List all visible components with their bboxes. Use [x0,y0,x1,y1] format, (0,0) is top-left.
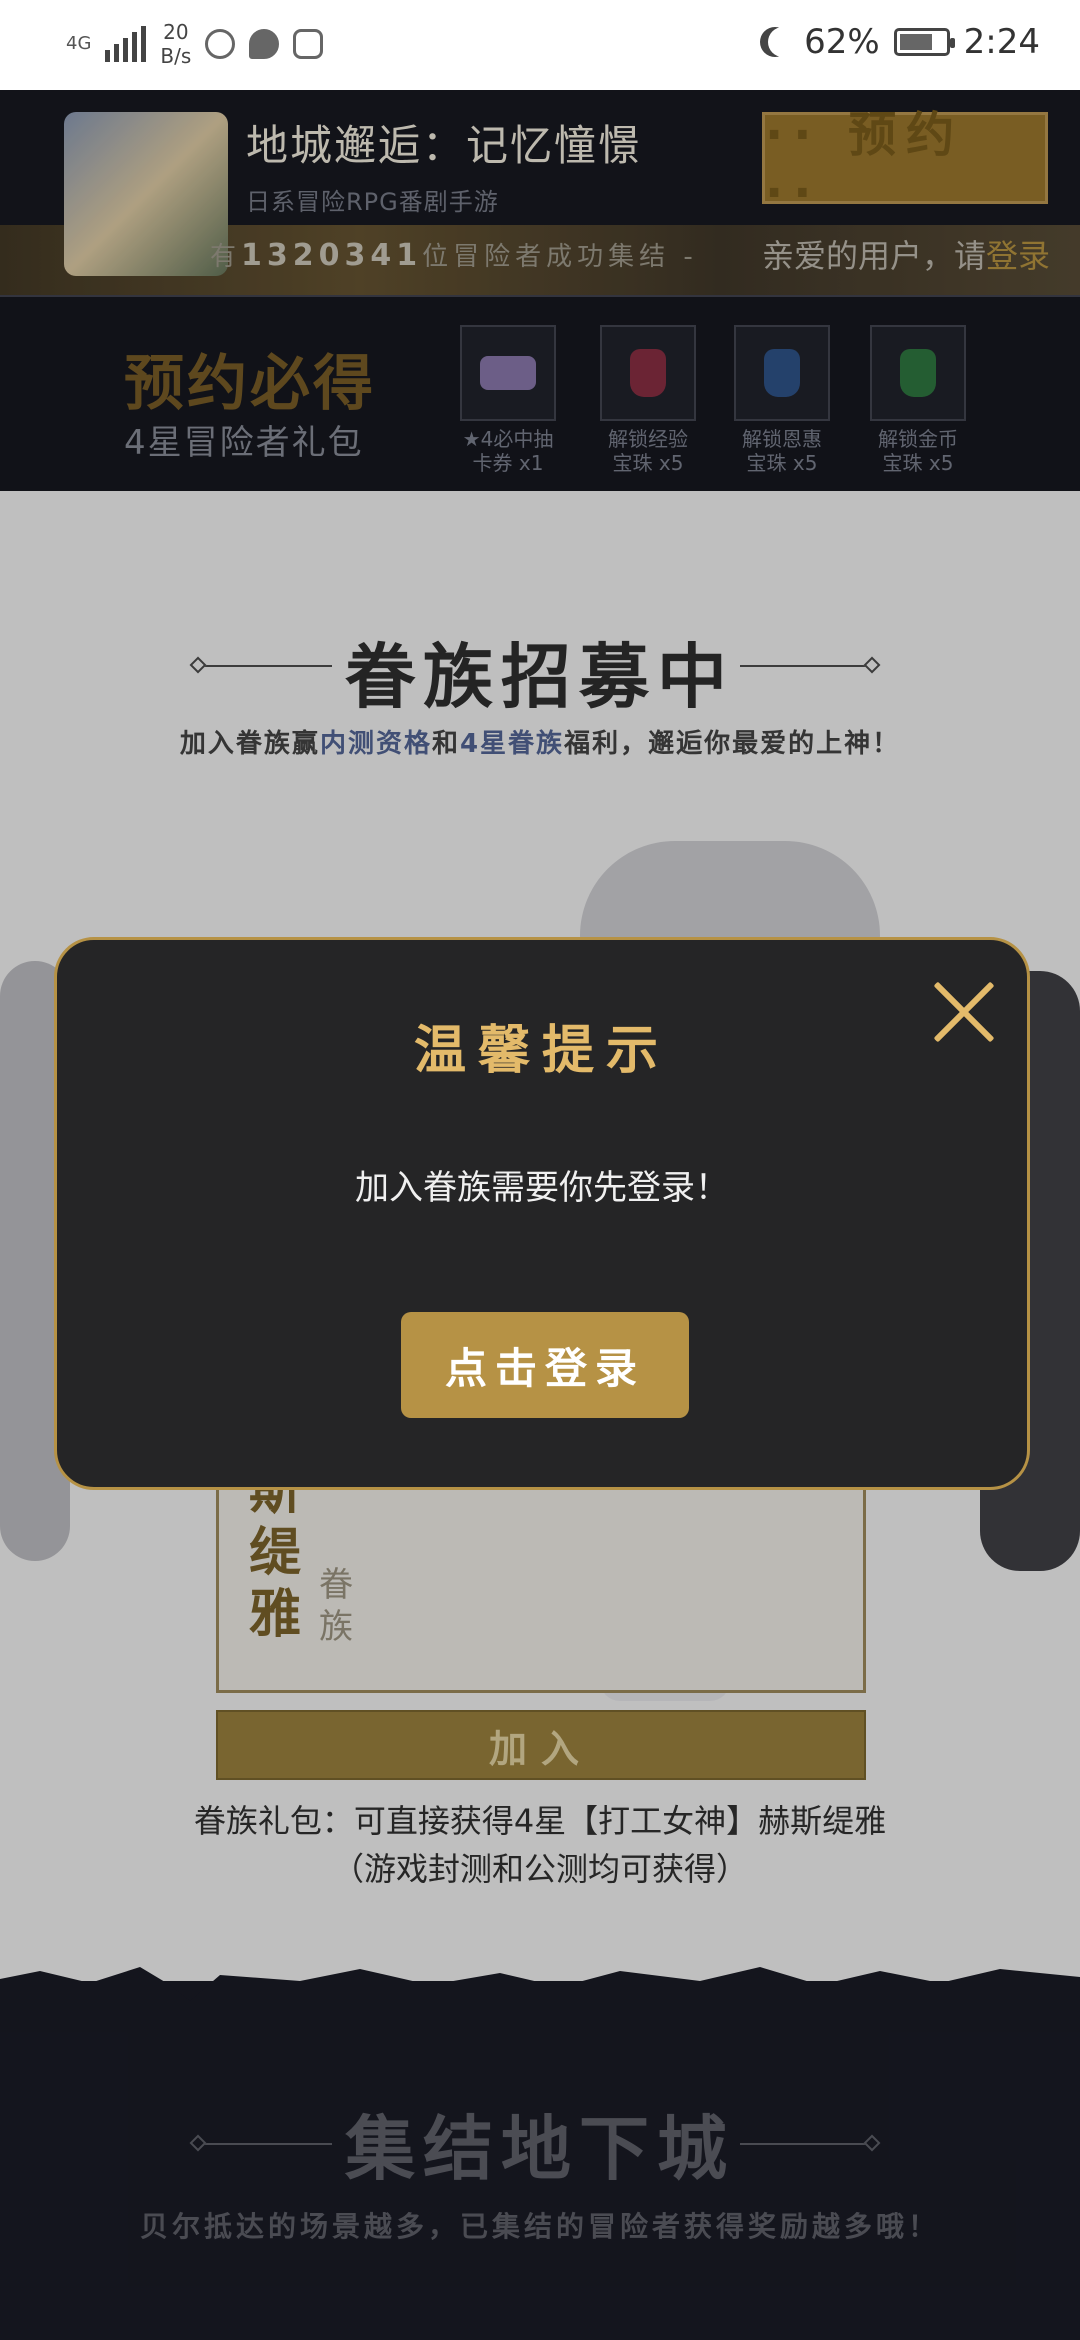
dialog-title: 温馨提示 [413,1021,670,1081]
alarm-icon [205,29,236,59]
login-required-dialog: 温馨提示 加入眷族需要你先登录！ 点击登录 [54,937,1030,1490]
speed-value: 20 [163,20,189,44]
status-right: 62% 2:24 [760,22,1040,62]
close-icon[interactable] [931,978,999,1046]
app-notification-icon [293,29,324,59]
message-icon [249,29,280,59]
status-left: 4G 20 B/s [66,20,324,68]
network-speed: 20 B/s [160,20,191,68]
battery-icon [893,28,955,56]
status-bar: 4G 20 B/s 62% 2:24 [0,0,1080,90]
clock: 2:24 [963,22,1040,62]
dialog-message: 加入眷族需要你先登录！ [355,1168,729,1208]
dialog-login-button[interactable]: 点击登录 [401,1312,689,1418]
signal-icon [105,26,147,62]
battery-percent: 62% [804,22,880,62]
network-type: 4G [66,33,92,54]
speed-unit: B/s [160,44,192,68]
do-not-disturb-icon [768,27,798,57]
